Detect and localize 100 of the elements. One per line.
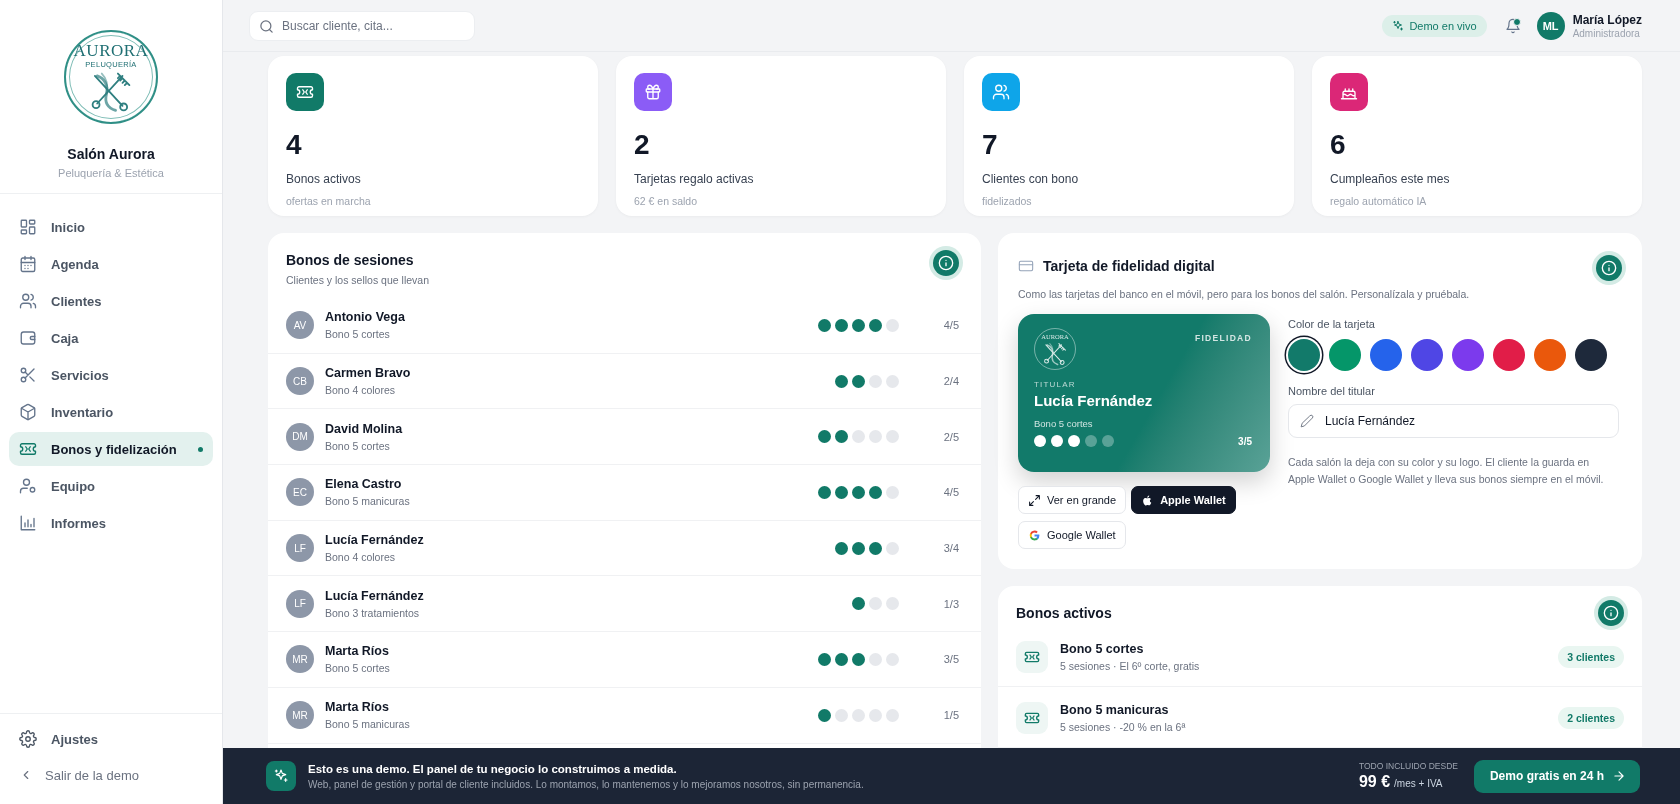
nav-item[interactable]: Servicios: [9, 358, 213, 392]
users-icon: [992, 83, 1010, 101]
settings-link[interactable]: Ajustes: [9, 724, 213, 754]
field-label: Color de la tarjeta: [1288, 318, 1376, 330]
color-swatch[interactable]: [1452, 339, 1484, 371]
live-demo-badge: Demo en vivo: [1382, 14, 1487, 37]
color-swatch[interactable]: [1534, 339, 1566, 371]
wallet-icon: [19, 329, 37, 347]
stat-label: Tarjetas regalo activas: [634, 172, 755, 186]
bonus-name: Bono 5 manicuras: [1060, 703, 1170, 717]
stamp-count: 2/4: [942, 375, 959, 388]
client-count-badge: 3 clientes: [1558, 646, 1624, 668]
scissors-comb-drawing: [1042, 340, 1068, 367]
stamp-count: 4/5: [942, 486, 959, 499]
info-button[interactable]: [933, 250, 959, 276]
google-wallet-button[interactable]: Google Wallet: [1018, 521, 1126, 549]
card-note: Cada salón la deja con su color y su logo. El cliente la guarda en Apple Wallet o Google Wallet y lleva sus bonos siempre en el móvil.: [1288, 455, 1605, 488]
panel-title: Tarjeta de fidelidad digital: [1043, 258, 1215, 274]
box-icon: [19, 403, 37, 421]
sparkle-icon: [1392, 19, 1405, 32]
stat-note: 62 € en saldo: [634, 195, 699, 207]
client-name: Lucía Fernández: [325, 533, 424, 548]
bonus-name: Bono 4 colores: [325, 384, 397, 397]
bonus-name: Bono 5 manicuras: [325, 718, 410, 731]
client-avatar: LF: [286, 589, 314, 618]
client-name: Lucía Fernández: [325, 588, 424, 603]
client-avatar: EC: [286, 478, 314, 507]
apple-wallet-button[interactable]: Apple Wallet: [1131, 486, 1236, 514]
nav-item[interactable]: Inicio: [9, 210, 213, 244]
bonus-detail: 5 sesiones · El 6º corte, gratis: [1060, 660, 1200, 672]
salon-name: Salón Aurora: [67, 146, 155, 162]
holder-label: TITULAR: [1034, 380, 1077, 389]
price-value: 99 €: [1358, 773, 1391, 791]
client-count-badge: 2 clientes: [1558, 707, 1624, 729]
field-label: Nombre del titular: [1288, 385, 1376, 397]
credit-card-icon: [1018, 258, 1034, 274]
bonus-name: Bono 5 cortes: [325, 662, 390, 675]
client-name: Carmen Bravo: [325, 366, 411, 381]
ticket-icon: [1024, 710, 1040, 726]
panel-description: Como las tarjetas del banco en el móvil, pero para los bonos del salón. Personalízala y pruébala.: [1018, 288, 1471, 300]
user-name: María López: [1572, 12, 1642, 27]
color-swatch[interactable]: [1370, 339, 1402, 371]
stat-note: ofertas en marcha: [286, 195, 372, 207]
info-icon: [1603, 605, 1619, 621]
client-name: Marta Ríos: [325, 700, 390, 715]
holder-name-field[interactable]: Lucía Fernández: [1288, 404, 1619, 438]
color-swatch[interactable]: [1329, 339, 1361, 371]
client-avatar: LF: [286, 534, 314, 563]
bonus-name: Bono 5 cortes: [325, 328, 391, 341]
exit-demo-link[interactable]: Salir de la demo: [9, 760, 213, 790]
stamp-count: 3/5: [1238, 435, 1252, 447]
client-name: Elena Castro: [325, 477, 403, 492]
stat-label: Bonos activos: [286, 172, 362, 186]
nav-item[interactable]: Inventario: [9, 395, 213, 429]
pencil-icon: [1300, 414, 1314, 428]
bonus-name: Bono 3 tratamientos: [325, 606, 420, 619]
color-swatch[interactable]: [1288, 339, 1320, 371]
price-label: TODO INCLUIDO DESDE: [1358, 761, 1458, 771]
color-swatch[interactable]: [1411, 339, 1443, 371]
color-swatch[interactable]: [1575, 339, 1607, 371]
nav-item[interactable]: Agenda: [9, 247, 213, 281]
banner-text: Web, panel de gestión y portal de cliente incluidos. Lo montamos, lo mantenemos y lo mejoramos nosotros, sin permanencia.: [308, 778, 864, 790]
client-avatar: DM: [286, 422, 314, 451]
nav-item[interactable]: Informes: [9, 506, 213, 540]
users-icon: [19, 292, 37, 310]
expand-icon: [1028, 493, 1041, 507]
stat-label: Cumpleaños este mes: [1330, 172, 1451, 186]
user-gear-icon: [19, 477, 37, 495]
arrow-right-icon: [1612, 769, 1626, 783]
price-unit: /mes + IVA: [1394, 778, 1443, 789]
bonus-name: Bono 5 manicuras: [325, 495, 410, 508]
notifications-button[interactable]: [1504, 17, 1521, 34]
stat-value: 7: [982, 131, 999, 159]
panel-title: Bonos activos: [1016, 605, 1112, 621]
stamp-count: 3/4: [942, 542, 959, 555]
nav-item[interactable]: Equipo: [9, 469, 213, 503]
nav-item[interactable]: Bonos y fidelización: [9, 432, 213, 466]
color-swatch[interactable]: [1493, 339, 1525, 371]
free-demo-button[interactable]: Demo gratis en 24 h: [1473, 759, 1640, 793]
stat-value: 4: [286, 131, 303, 159]
grid-icon: [19, 218, 37, 236]
client-name: David Molina: [325, 421, 403, 436]
client-avatar: MR: [286, 701, 314, 730]
expand-button[interactable]: Ver en grande: [1018, 486, 1127, 514]
bonus-name: Bono 5 cortes: [325, 439, 391, 452]
client-avatar: CB: [286, 367, 314, 396]
info-button[interactable]: [1596, 255, 1622, 281]
stamp-count: 2/5: [942, 430, 959, 443]
client-name: Marta Ríos: [325, 644, 390, 659]
nav-item[interactable]: Caja: [9, 321, 213, 355]
stat-note: regalo automático IA: [1330, 195, 1428, 207]
sparkle-icon: [273, 768, 289, 784]
gift-icon: [644, 83, 662, 101]
info-icon: [1601, 260, 1617, 276]
search-field[interactable]: Buscar cliente, cita...: [249, 10, 475, 41]
stat-value: 6: [1330, 131, 1347, 159]
ticket-icon: [296, 83, 314, 101]
info-button[interactable]: [1598, 600, 1624, 626]
banner-title: Esto es una demo. El panel de tu negocio lo construimos a medida.: [308, 762, 678, 775]
nav-item[interactable]: Clientes: [9, 284, 213, 318]
